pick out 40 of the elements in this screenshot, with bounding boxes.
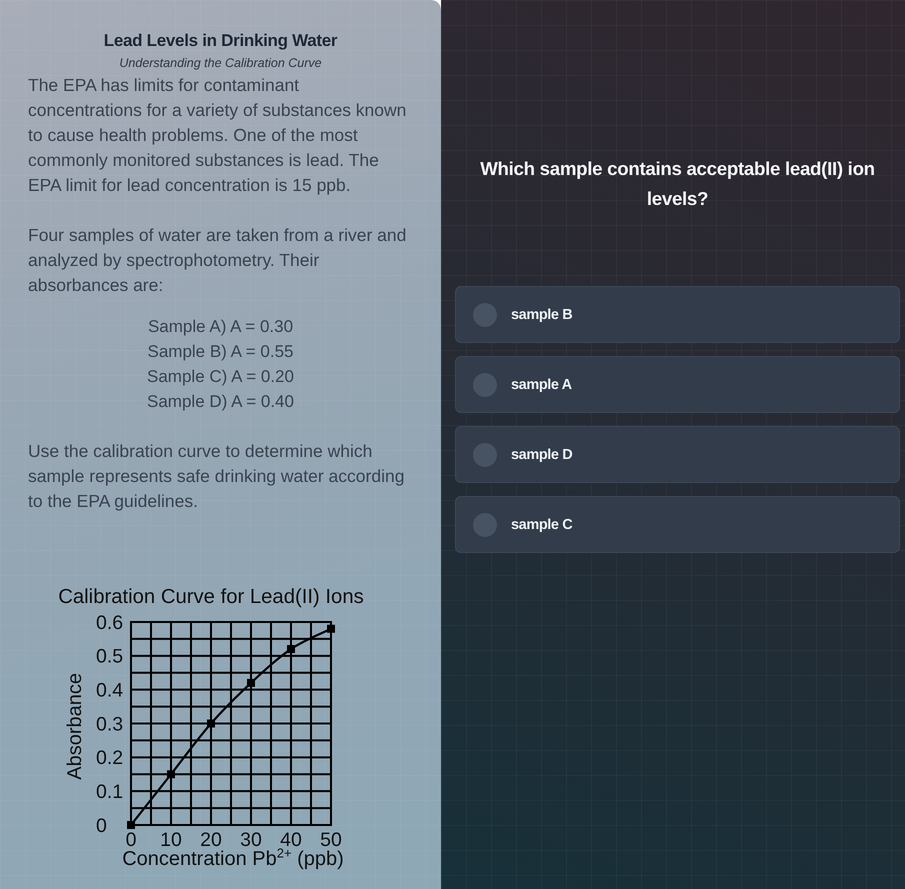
y-tick-label: 0.1 (96, 781, 124, 803)
sample-reading: Sample A) A = 0.30 (148, 316, 294, 338)
sample-reading: Sample D) A = 0.40 (147, 391, 294, 413)
y-tick-label: 0 (96, 814, 107, 837)
radio-button[interactable] (473, 302, 497, 326)
passage-subtitle: Understanding the Calibration Curve (118, 55, 323, 71)
passage-paragraph: Four samples of water are taken from a river and analyzed by spectrophotometry. Their absorbances are: (28, 224, 408, 297)
y-tick-label: 0.5 (96, 646, 124, 668)
sample-reading: Sample C) A = 0.20 (147, 366, 294, 388)
x-tick-label: 40 (280, 828, 302, 848)
x-tick-label: 20 (200, 828, 222, 848)
x-tick-label: 0 (126, 828, 136, 848)
data-point (247, 678, 255, 687)
x-tick-label: 30 (240, 828, 262, 848)
data-point (207, 720, 215, 728)
data-point (287, 645, 295, 654)
answer-option[interactable]: sample C (455, 496, 900, 553)
instruction-text: Use the calibration curve to determine which sample represents safe drinking water according to the EPA guidelines. (28, 440, 406, 513)
data-point (127, 821, 135, 829)
x-axis-label: Concentration Pb$^{2+}$ (ppb) (121, 848, 345, 870)
answer-option[interactable]: sample B (455, 286, 900, 343)
chart-title: Calibration Curve for Lead(II) Ions (57, 586, 365, 608)
data-point (167, 770, 175, 778)
data-point (327, 624, 335, 633)
y-tick-label: 0.6 (96, 612, 124, 634)
y-tick-label: 0.4 (96, 680, 124, 702)
x-tick-label: 50 (320, 828, 342, 848)
answer-option[interactable]: sample D (455, 426, 900, 483)
radio-button[interactable] (473, 442, 497, 466)
passage-paragraph: The EPA has limits for contaminant concentrations for a variety of substances known to cause health problems. One of the most commonly monitored substances is lead. The EPA limit for lead concentration is 15 ppb. (28, 74, 408, 197)
y-axis-label: Absorbance (65, 672, 85, 780)
radio-button[interactable] (473, 372, 497, 396)
y-tick-label: 0.2 (96, 747, 124, 770)
answer-option[interactable]: sample A (455, 356, 900, 413)
question-text: Which sample contains acceptable lead(II) ion levels? (479, 157, 876, 211)
x-tick-label: 10 (160, 828, 182, 848)
passage-title: Lead Levels in Drinking Water (102, 30, 338, 52)
sample-reading: Sample B) A = 0.55 (147, 341, 294, 363)
y-tick-label: 0.3 (96, 713, 124, 736)
radio-button[interactable] (473, 512, 497, 536)
